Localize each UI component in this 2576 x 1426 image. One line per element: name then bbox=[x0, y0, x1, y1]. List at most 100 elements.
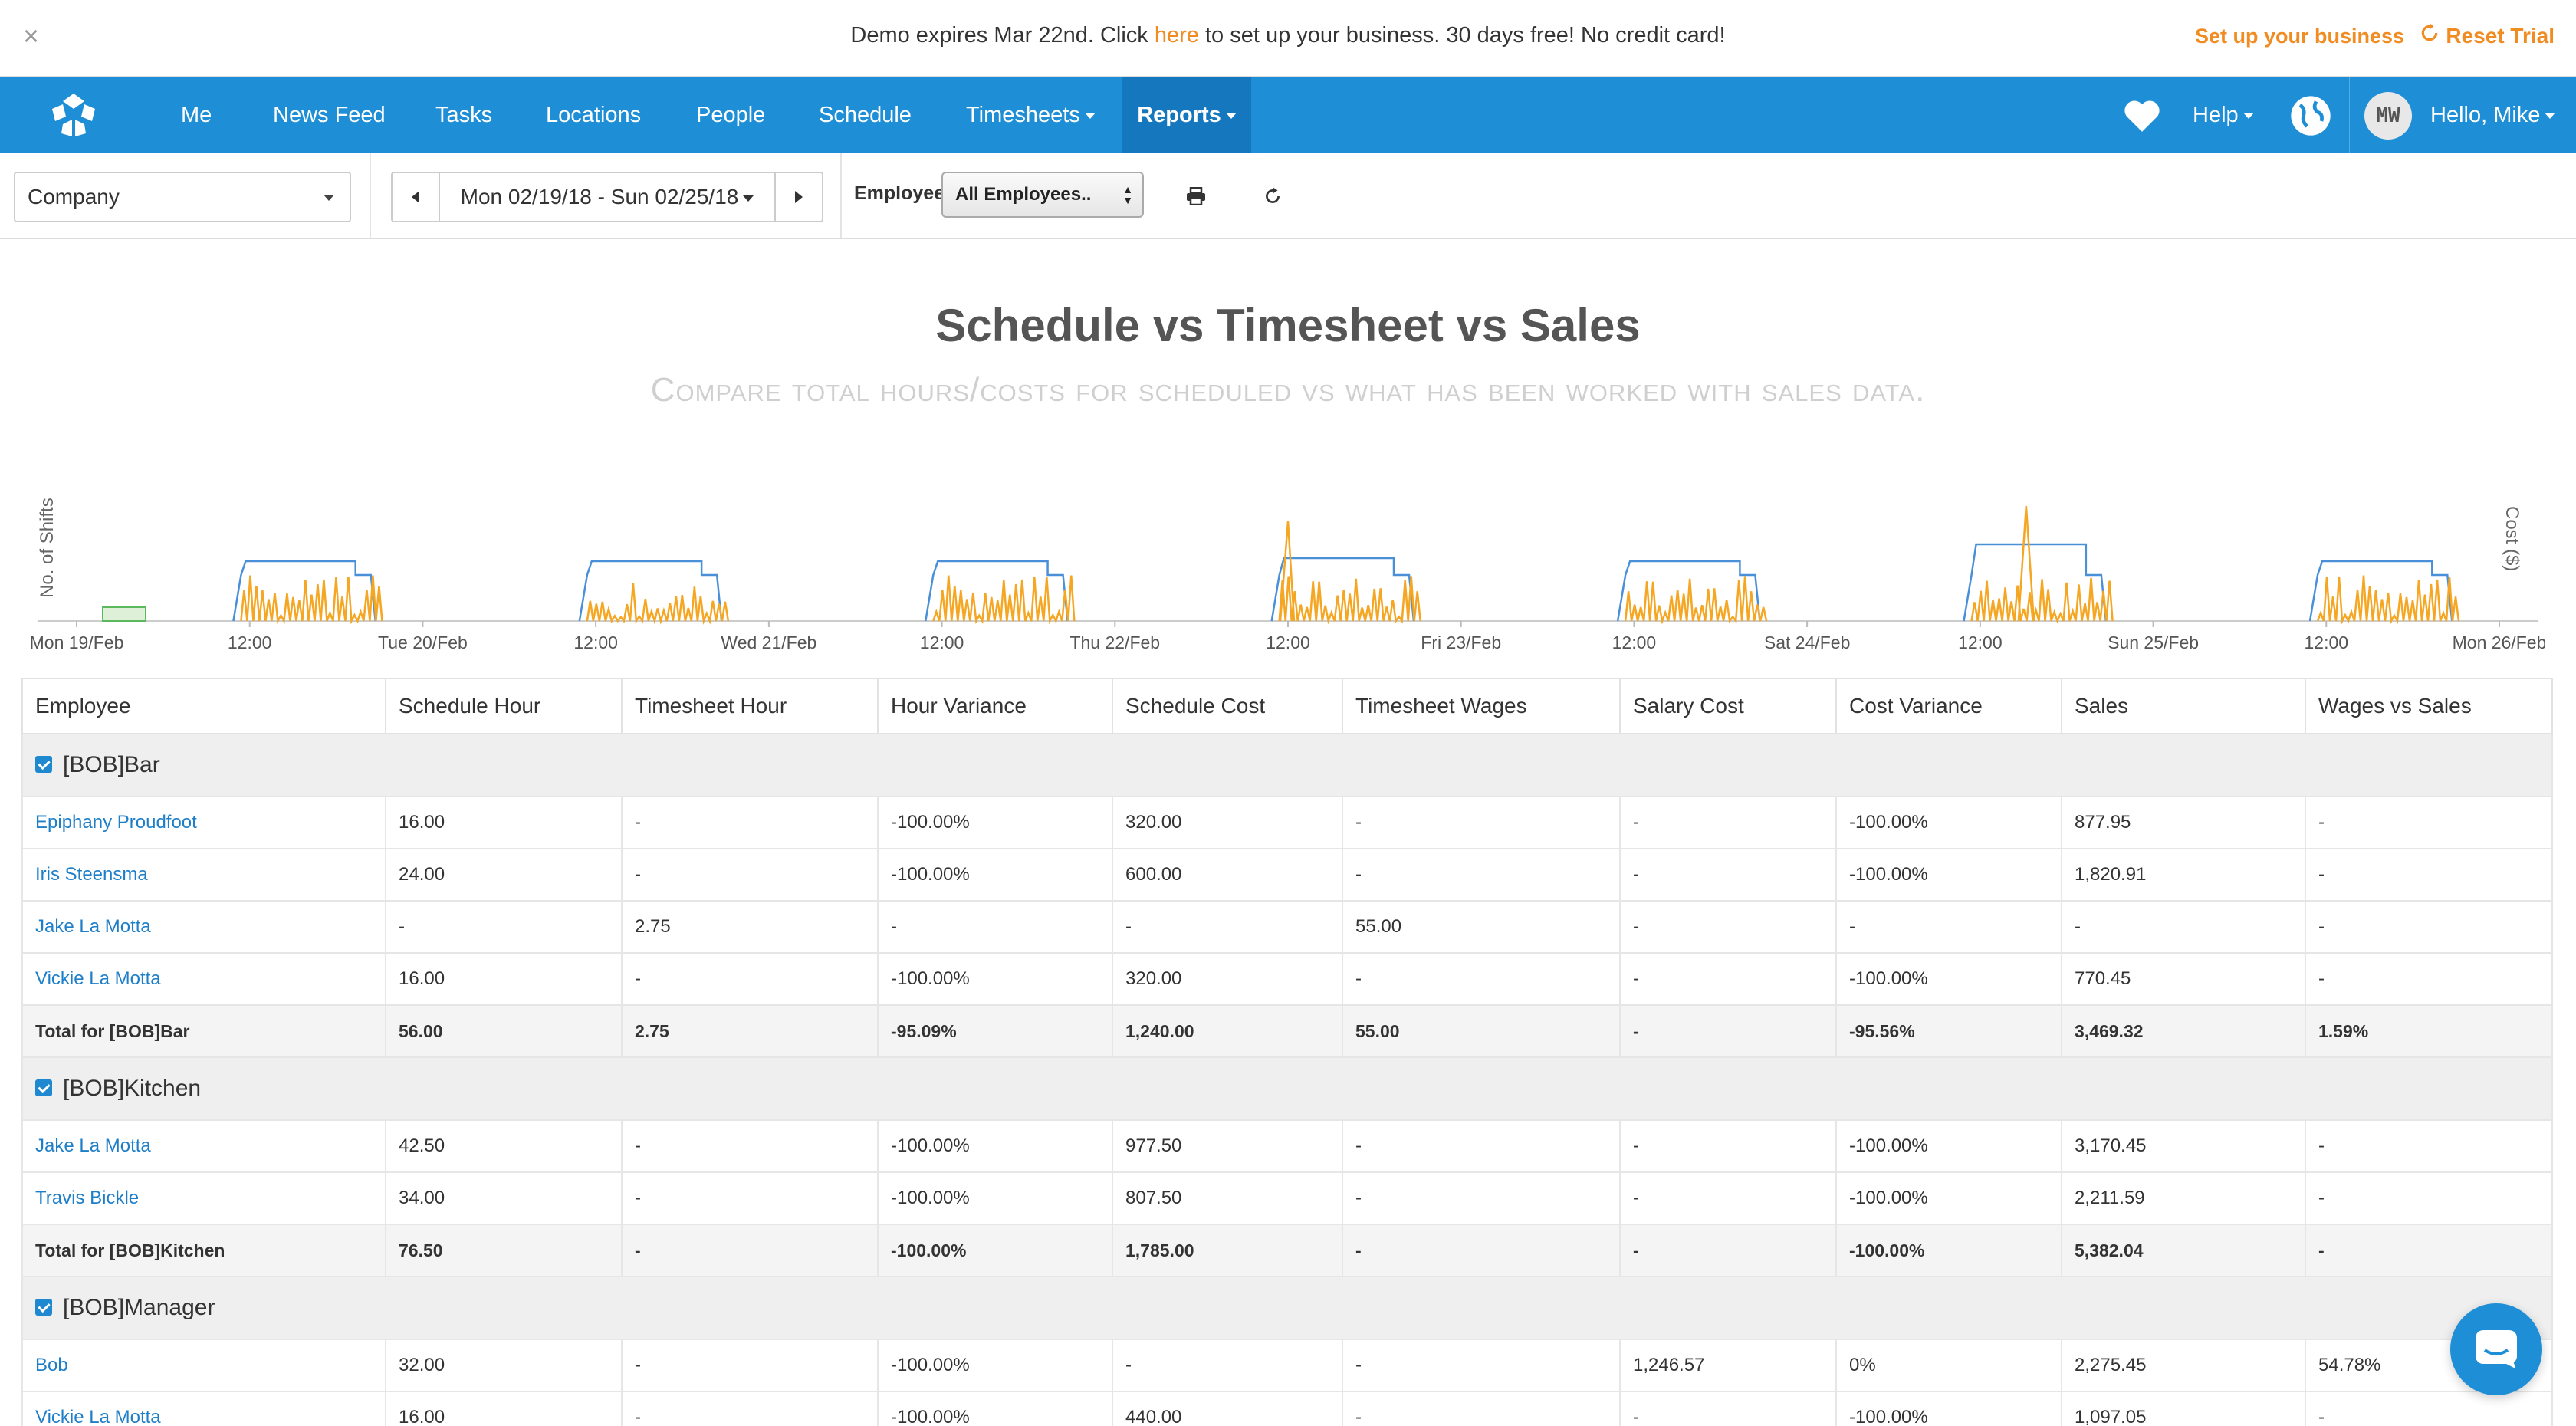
employee-name-link[interactable]: Bob bbox=[21, 1339, 386, 1392]
table-cell: - bbox=[2305, 848, 2553, 902]
next-week-button[interactable] bbox=[776, 173, 822, 221]
group-checkbox[interactable] bbox=[35, 1079, 52, 1097]
help-label: Help bbox=[2193, 103, 2239, 127]
total-row: Total for [BOB]Kitchen 76.50- -100.00% 1,78… bbox=[21, 1224, 2553, 1277]
x-axis-tick-label: Sun 25/Feb bbox=[2108, 632, 2199, 652]
employee-name-link[interactable]: Iris Steensma bbox=[21, 848, 386, 902]
toolbar-divider bbox=[840, 153, 842, 238]
table-cell: -100.00% bbox=[877, 796, 1113, 849]
nav-timesheets[interactable]: Timesheets bbox=[966, 77, 1096, 153]
company-select-value: Company bbox=[28, 185, 120, 209]
nav-reports[interactable]: Reports bbox=[1122, 77, 1251, 153]
employee-name-link[interactable]: Jake La Motta bbox=[21, 1119, 386, 1173]
table-cell: -95.56% bbox=[1835, 1004, 2062, 1058]
nav-locations[interactable]: Locations bbox=[546, 77, 641, 153]
column-header[interactable]: Timesheet Hour bbox=[621, 678, 879, 734]
employee-name-link[interactable]: Epiphany Proudfoot bbox=[21, 796, 386, 849]
nav-schedule[interactable]: Schedule bbox=[819, 77, 912, 153]
table-cell: -100.00% bbox=[877, 1224, 1113, 1277]
company-select[interactable]: Company bbox=[14, 172, 351, 222]
favorites-heart-icon[interactable] bbox=[2122, 77, 2162, 153]
demo-banner: × Demo expires Mar 22nd. Click here to s… bbox=[0, 0, 2576, 77]
demo-message-post: to set up your business. 30 days free! N… bbox=[1198, 23, 1726, 48]
schedule-timesheet-sales-chart: Mon 19/Feb 12:00 Tue 20/Feb 12:00 Wed 21/Feb… bbox=[31, 505, 2545, 652]
date-range-dropdown[interactable]: Mon 02/19/18 - Sun 02/25/18 bbox=[439, 173, 776, 221]
table-cell: 600.00 bbox=[1112, 848, 1343, 902]
group-row: [BOB]Kitchen bbox=[21, 1056, 2553, 1121]
table-cell: - bbox=[1835, 900, 2062, 954]
nav-tasks[interactable]: Tasks bbox=[435, 77, 492, 153]
group-cell: [BOB]Bar bbox=[21, 733, 2553, 797]
table-row: Iris Steensma 24.00- -100.00% 600.00- - -100.… bbox=[21, 848, 2553, 902]
table-cell: 55.00 bbox=[1342, 1004, 1621, 1058]
column-header[interactable]: Wages vs Sales bbox=[2305, 678, 2553, 734]
group-row: [BOB]Manager bbox=[21, 1276, 2553, 1340]
table-cell: - bbox=[621, 1339, 879, 1392]
table-cell: 770.45 bbox=[2061, 952, 2306, 1006]
column-header[interactable]: Cost Variance bbox=[1835, 678, 2062, 734]
x-axis-tick-label: Sat 24/Feb bbox=[1764, 632, 1851, 652]
table-cell: - bbox=[621, 1119, 879, 1173]
employee-name-link[interactable]: Vickie La Motta bbox=[21, 1391, 386, 1426]
table-cell: 5,382.04 bbox=[2061, 1224, 2306, 1277]
app-logo-icon[interactable] bbox=[46, 90, 101, 141]
table-cell: 1.59% bbox=[2305, 1004, 2553, 1058]
employee-filter-label: Employee bbox=[854, 182, 945, 204]
table-cell: - bbox=[621, 796, 879, 849]
user-menu[interactable]: Hello, Mike bbox=[2430, 77, 2556, 153]
employee-filter-select[interactable]: All Employees.. ▲ ▼ bbox=[941, 172, 1144, 218]
help-menu[interactable]: Help bbox=[2193, 77, 2254, 153]
setup-business-link[interactable]: Set up your business bbox=[2195, 25, 2404, 48]
table-cell: - bbox=[1619, 900, 1837, 954]
column-header[interactable]: Schedule Hour bbox=[385, 678, 623, 734]
nav-people[interactable]: People bbox=[696, 77, 765, 153]
table-cell: -100.00% bbox=[1835, 796, 2062, 849]
x-axis-tick-label: 12:00 bbox=[2305, 632, 2349, 652]
sales-series-line bbox=[1624, 576, 1768, 625]
x-axis-tick-label: 12:00 bbox=[920, 632, 964, 652]
group-cell: [BOB]Manager bbox=[21, 1276, 2553, 1340]
group-row: [BOB]Bar bbox=[21, 733, 2553, 797]
x-axis-tick-label: Mon 19/Feb bbox=[31, 632, 123, 652]
previous-week-button[interactable] bbox=[393, 173, 439, 221]
table-cell: 24.00 bbox=[385, 848, 623, 902]
table-cell: - bbox=[1112, 900, 1343, 954]
print-icon[interactable] bbox=[1181, 181, 1211, 212]
table-cell: 55.00 bbox=[1342, 900, 1621, 954]
table-cell: - bbox=[2305, 1224, 2553, 1277]
employee-name-link[interactable]: Vickie La Motta bbox=[21, 952, 386, 1006]
refresh-icon[interactable] bbox=[1257, 181, 1288, 212]
reset-trial-link[interactable]: Reset Trial bbox=[2420, 23, 2555, 48]
table-cell: - bbox=[2305, 1119, 2553, 1173]
nav-news-feed[interactable]: News Feed bbox=[273, 77, 386, 153]
employee-name-link[interactable]: Travis Bickle bbox=[21, 1171, 386, 1225]
main-navbar: Me News Feed Tasks Locations People Sche… bbox=[0, 77, 2576, 153]
column-header[interactable]: Schedule Cost bbox=[1112, 678, 1343, 734]
total-row: Total for [BOB]Bar 56.00 2.75 -95.09% 1,240.… bbox=[21, 1004, 2553, 1058]
table-cell: 320.00 bbox=[1112, 952, 1343, 1006]
chat-support-button[interactable] bbox=[2450, 1303, 2542, 1395]
table-cell: - bbox=[2305, 952, 2553, 1006]
avatar[interactable]: MW bbox=[2364, 92, 2412, 140]
nav-me[interactable]: Me bbox=[181, 77, 212, 153]
table-cell: -100.00% bbox=[1835, 1171, 2062, 1225]
column-header[interactable]: Salary Cost bbox=[1619, 678, 1837, 734]
x-axis-tick-label: Tue 20/Feb bbox=[378, 632, 468, 652]
chevron-down-icon bbox=[324, 195, 334, 201]
table-cell: -100.00% bbox=[877, 1171, 1113, 1225]
nav-reports-label: Reports bbox=[1137, 103, 1221, 127]
column-header[interactable]: Hour Variance bbox=[877, 678, 1113, 734]
demo-here-link[interactable]: here bbox=[1155, 23, 1199, 48]
table-cell: 320.00 bbox=[1112, 796, 1343, 849]
chevron-down-icon bbox=[1225, 113, 1237, 120]
column-header[interactable]: Timesheet Wages bbox=[1342, 678, 1621, 734]
group-checkbox[interactable] bbox=[35, 756, 52, 774]
employee-name-link[interactable]: Jake La Motta bbox=[21, 900, 386, 954]
updown-arrows-icon: ▲ ▼ bbox=[1122, 183, 1133, 206]
language-globe-icon[interactable] bbox=[2289, 77, 2332, 153]
column-header[interactable]: Sales bbox=[2061, 678, 2306, 734]
table-cell: 16.00 bbox=[385, 1391, 623, 1426]
group-label: [BOB]Manager bbox=[63, 1295, 215, 1320]
group-checkbox[interactable] bbox=[35, 1299, 52, 1316]
column-header[interactable]: Employee bbox=[21, 678, 386, 734]
